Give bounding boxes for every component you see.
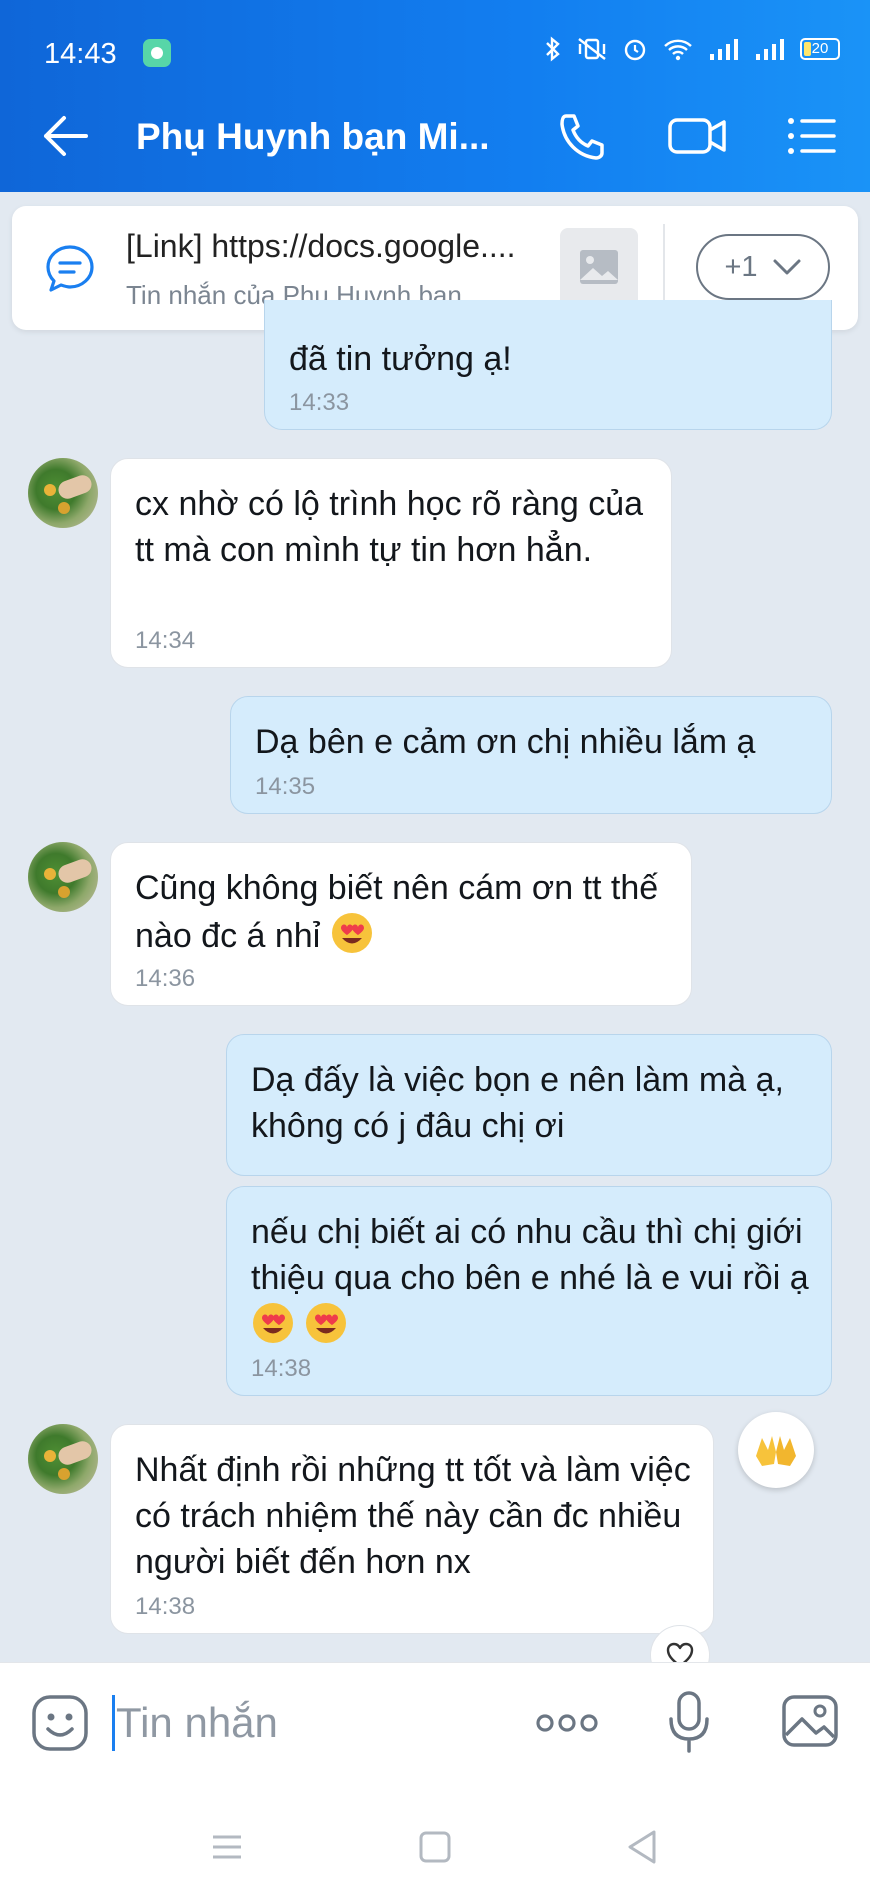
pinned-more-count: +1 (724, 250, 758, 283)
message-time: 14:35 (255, 773, 316, 800)
message-composer: Tin nhắn (0, 1662, 870, 1780)
back-nav-icon[interactable] (624, 1828, 658, 1866)
voice-record-button[interactable] (666, 1689, 712, 1755)
pinned-more-button[interactable]: +1 (696, 234, 830, 300)
status-time: 14:43 (44, 38, 117, 70)
wifi-icon (664, 39, 692, 61)
message-text: đã tin tưởng ạ! (289, 340, 512, 378)
bluetooth-icon (546, 36, 560, 62)
pinned-image-thumbnail[interactable] (560, 228, 638, 308)
text-caret (112, 1695, 115, 1751)
heart-eyes-emoji-icon (306, 1303, 347, 1343)
message-text: Dạ đấy là việc bọn e nên làm mà ạ, không… (251, 1061, 784, 1145)
call-button[interactable] (552, 106, 612, 166)
back-button[interactable] (36, 106, 96, 166)
battery-level: 20 (811, 40, 829, 57)
message-time: 14:38 (251, 1355, 312, 1382)
more-options-button[interactable] (534, 1705, 600, 1741)
arrow-left-icon (44, 116, 88, 156)
avatar[interactable] (28, 458, 98, 528)
conversation-title[interactable]: Phụ Huynh bạn Mi... (136, 116, 490, 158)
chat-bubble-icon (42, 241, 98, 302)
home-icon[interactable] (418, 1830, 452, 1864)
app-notification-icon (143, 39, 171, 67)
message-text: Nhất định rồi những tt tốt và làm việc c… (135, 1451, 691, 1581)
more-dots-icon (536, 1714, 598, 1732)
avatar[interactable] (28, 1424, 98, 1494)
system-navigation-bar (0, 1780, 870, 1884)
signal-icon (710, 39, 738, 60)
message-bubble-incoming[interactable]: Nhất định rồi những tt tốt và làm việc c… (110, 1424, 714, 1634)
heart-eyes-emoji-icon (331, 913, 372, 953)
pinned-title: [Link] https://docs.google.... (126, 228, 516, 264)
message-time: 14:34 (135, 627, 196, 654)
chevron-down-icon (773, 259, 801, 275)
message-text: nếu chị biết ai có nhu cầu thì chị giới … (251, 1213, 809, 1297)
message-text-wrap: nếu chị biết ai có nhu cầu thì chị giới … (251, 1209, 811, 1349)
message-text: cx nhờ có lộ trình học rõ ràng của tt mà… (135, 485, 644, 569)
pinned-divider (663, 224, 665, 312)
signal-icon-2 (756, 39, 784, 60)
message-text-wrap: Cũng không biết nên cám ơn tt thế nào đc… (135, 865, 671, 959)
status-bar: 14:43 20 (0, 0, 870, 78)
smiley-icon (32, 1695, 88, 1751)
message-text: Cũng không biết nên cám ơn tt thế nào đc… (135, 869, 659, 955)
recent-apps-icon[interactable] (210, 1832, 244, 1862)
phone-icon (560, 114, 604, 160)
chat-header: Phụ Huynh bạn Mi... (0, 78, 870, 192)
message-time: 14:36 (135, 965, 196, 992)
alarm-icon (624, 39, 646, 61)
image-icon (782, 1695, 838, 1747)
avatar[interactable] (28, 842, 98, 912)
message-bubble-outgoing[interactable]: đã tin tưởng ạ! 14:33 (264, 300, 832, 430)
raised-hands-emoji-icon (756, 1436, 796, 1466)
message-bubble-incoming[interactable]: cx nhờ có lộ trình học rõ ràng của tt mà… (110, 458, 672, 668)
status-icons: 20 (544, 36, 840, 62)
message-time: 14:38 (135, 1593, 196, 1620)
menu-button[interactable] (782, 106, 842, 166)
battery-icon: 20 (800, 38, 840, 60)
message-bubble-outgoing[interactable]: nếu chị biết ai có nhu cầu thì chị giới … (226, 1186, 832, 1396)
image-placeholder-icon (580, 250, 618, 284)
message-time: 14:33 (289, 389, 350, 416)
message-bubble-outgoing[interactable]: Dạ đấy là việc bọn e nên làm mà ạ, không… (226, 1034, 832, 1176)
gallery-button[interactable] (780, 1691, 840, 1751)
list-menu-icon (788, 118, 836, 154)
video-call-button[interactable] (664, 106, 730, 166)
vibrate-mute-icon (578, 38, 606, 60)
emoji-button[interactable] (30, 1693, 90, 1753)
video-camera-icon (668, 118, 726, 154)
microphone-icon (669, 1691, 709, 1753)
message-bubble-outgoing[interactable]: Dạ bên e cảm ơn chị nhiều lắm ạ 14:35 (230, 696, 832, 814)
heart-eyes-emoji-icon (253, 1303, 293, 1343)
message-input[interactable]: Tin nhắn (116, 1699, 278, 1747)
message-text: Dạ bên e cảm ơn chị nhiều lắm ạ (255, 723, 756, 761)
message-bubble-incoming[interactable]: Cũng không biết nên cám ơn tt thế nào đc… (110, 842, 692, 1006)
reaction-badge[interactable] (738, 1412, 814, 1488)
